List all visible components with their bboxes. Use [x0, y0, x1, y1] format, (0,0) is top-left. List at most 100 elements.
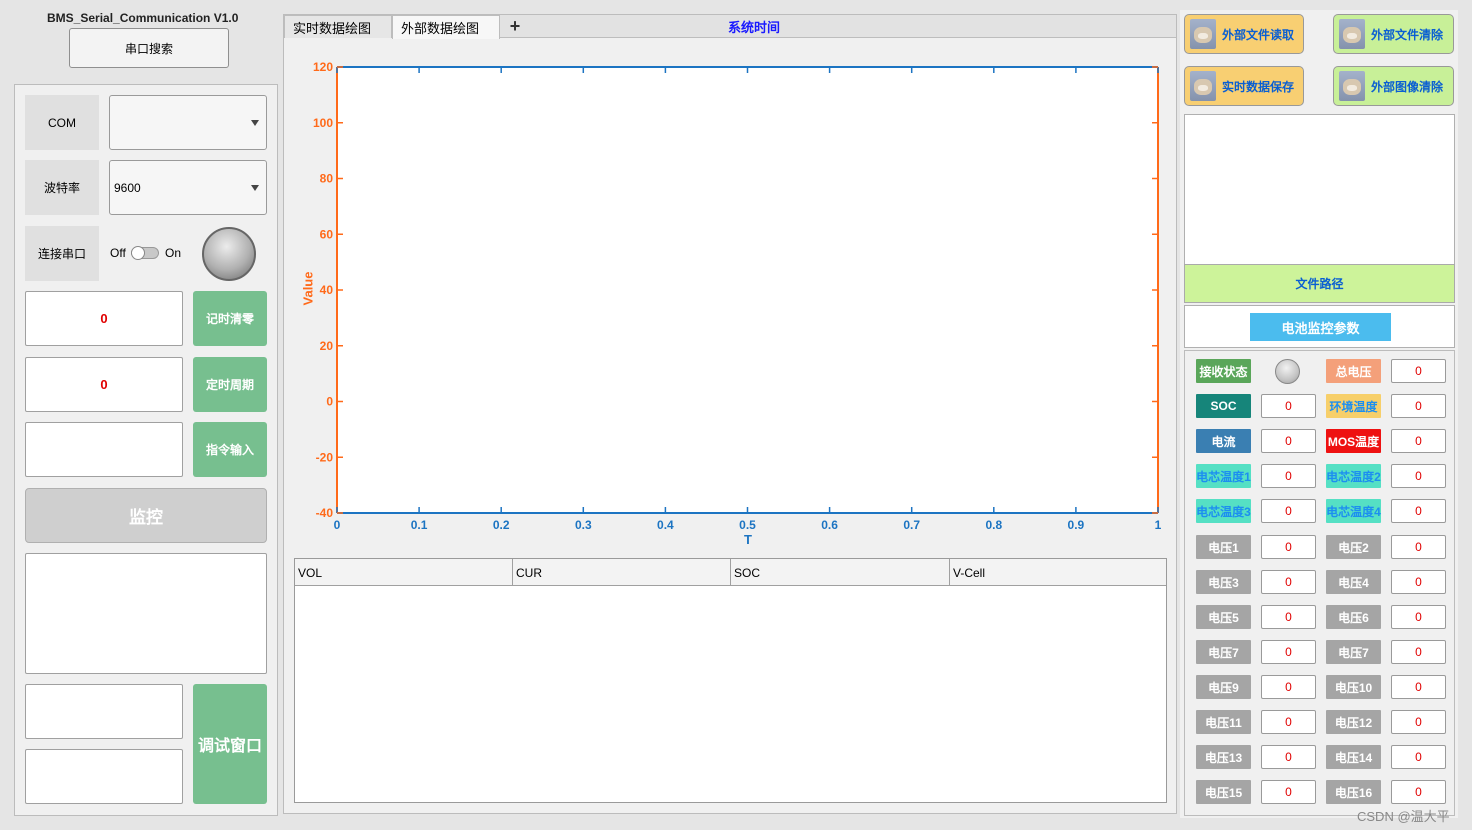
table-header-cur[interactable]: CUR [513, 559, 731, 586]
debug-input-1[interactable] [25, 684, 183, 739]
command-input-button[interactable]: 指令输入 [193, 422, 267, 477]
file-path-label: 文件路径 [1184, 264, 1455, 303]
tab-external-plot-label: 外部数据绘图 [401, 21, 480, 36]
param-value-field: 0 [1391, 464, 1446, 488]
debug-window-button[interactable]: 调试窗口 [193, 684, 267, 804]
param-label: 电压11 [1196, 710, 1251, 734]
save-realtime-data-button[interactable]: 实时数据保存 [1184, 66, 1304, 106]
clear-external-image-label: 外部图像清除 [1371, 79, 1444, 94]
table-header-vol[interactable]: VOL [295, 559, 513, 586]
receive-status-lamp [1275, 359, 1300, 384]
param-value-field: 0 [1261, 464, 1316, 488]
x-tick-label: 0.7 [903, 518, 920, 532]
timer-period-button[interactable]: 定时周期 [193, 357, 267, 412]
param-value-field: 0 [1261, 745, 1316, 769]
tab-realtime-plot[interactable]: 实时数据绘图 [284, 15, 392, 38]
param-value-field: 0 [1261, 535, 1316, 559]
clear-external-file-button[interactable]: 外部文件清除 [1333, 14, 1454, 54]
table-header-row: VOL CUR SOC V-Cell [295, 559, 1166, 586]
param-label: 电压15 [1196, 780, 1251, 804]
param-label: 电压9 [1196, 675, 1251, 699]
param-value-field: 0 [1391, 394, 1446, 418]
param-value-field: 0 [1391, 605, 1446, 629]
param-value-field: 0 [1261, 710, 1316, 734]
monitor-output-area[interactable] [25, 553, 267, 674]
param-label: 电芯温度1 [1196, 464, 1251, 488]
connect-label: 连接串口 [25, 226, 99, 281]
param-label: 电压16 [1326, 780, 1381, 804]
x-tick-label: 1 [1155, 518, 1162, 532]
chevron-down-icon [251, 119, 259, 126]
param-value-field: 0 [1391, 535, 1446, 559]
tab-external-plot[interactable]: 外部数据绘图 [392, 15, 500, 39]
param-value-field: 0 [1391, 570, 1446, 594]
param-value-field: 0 [1261, 429, 1316, 453]
param-value-field: 0 [1391, 499, 1446, 523]
param-label: 电压1 [1196, 535, 1251, 559]
app-title: BMS_Serial_Communication V1.0 [47, 11, 239, 25]
watermark: CSDN @温大平 [1357, 809, 1450, 824]
read-external-file-button[interactable]: 外部文件读取 [1184, 14, 1304, 54]
param-label: 电压14 [1326, 745, 1381, 769]
read-external-file-label: 外部文件读取 [1222, 27, 1295, 42]
x-tick-label: 0.6 [821, 518, 838, 532]
param-label: 电压7 [1326, 640, 1381, 664]
baud-dropdown-value: 9600 [114, 180, 141, 195]
cat-image-icon [1339, 19, 1365, 49]
param-label: 电芯温度2 [1326, 464, 1381, 488]
file-path-display[interactable] [1184, 114, 1455, 265]
table-header-soc[interactable]: SOC [731, 559, 950, 586]
param-label: 电压12 [1326, 710, 1381, 734]
param-value-field: 0 [1261, 780, 1316, 804]
y-tick-label: 80 [320, 172, 334, 186]
y-tick-label: 40 [320, 283, 334, 297]
param-value-field: 0 [1391, 429, 1446, 453]
switch-off-label: Off [110, 246, 126, 260]
port-search-button[interactable]: 串口搜索 [69, 28, 229, 68]
y-tick-label: 20 [320, 339, 334, 353]
cat-image-icon [1339, 71, 1365, 101]
x-tick-label: 0.8 [985, 518, 1002, 532]
param-label: 电芯温度3 [1196, 499, 1251, 523]
add-tab-button[interactable]: + [507, 14, 523, 38]
param-label: 电压7 [1196, 640, 1251, 664]
y-tick-label: -20 [316, 450, 334, 464]
chart-y-label: Value [300, 271, 316, 306]
toggle-knob [131, 246, 145, 260]
debug-input-2[interactable] [25, 749, 183, 804]
param-value-field: 0 [1261, 675, 1316, 699]
com-label: COM [25, 95, 99, 150]
param-label: MOS温度 [1326, 429, 1381, 453]
param-value-field: 0 [1391, 675, 1446, 699]
com-dropdown[interactable] [109, 95, 267, 150]
save-realtime-data-label: 实时数据保存 [1222, 79, 1295, 94]
clear-external-image-button[interactable]: 外部图像清除 [1333, 66, 1454, 106]
cat-image-icon [1190, 71, 1216, 101]
connection-lamp [202, 227, 256, 281]
param-value-field: 0 [1261, 570, 1316, 594]
data-table[interactable]: VOL CUR SOC V-Cell [294, 558, 1167, 803]
param-value-field: 0 [1261, 640, 1316, 664]
y-tick-label: 0 [326, 395, 333, 409]
x-tick-label: 0.1 [411, 518, 428, 532]
clear-timer-button[interactable]: 记时清零 [193, 291, 267, 346]
y-tick-label: 120 [313, 60, 333, 74]
command-input-field[interactable] [25, 422, 183, 477]
param-value-field: 0 [1391, 710, 1446, 734]
monitor-button[interactable]: 监控 [25, 488, 267, 543]
line-chart: 0 0.1 0.2 0.3 0.4 0.5 0.6 0.7 0.8 0.9 1 120 100 80 60 4… [313, 60, 1162, 532]
clear-external-file-label: 外部文件清除 [1371, 27, 1444, 42]
chart-x-label: T [744, 532, 752, 547]
param-label: 电压6 [1326, 605, 1381, 629]
chevron-down-icon [251, 184, 259, 191]
counter-value-1: 0 [100, 311, 108, 326]
param-label: 总电压 [1326, 359, 1381, 383]
param-value-field: 0 [1261, 499, 1316, 523]
param-label: SOC [1196, 394, 1251, 418]
baud-dropdown[interactable]: 9600 [109, 160, 267, 215]
param-label: 电压4 [1326, 570, 1381, 594]
system-time-label: 系统时间 [728, 20, 781, 35]
connect-toggle-switch[interactable] [131, 246, 159, 260]
param-label: 电压10 [1326, 675, 1381, 699]
table-header-vcell[interactable]: V-Cell [950, 559, 1166, 586]
